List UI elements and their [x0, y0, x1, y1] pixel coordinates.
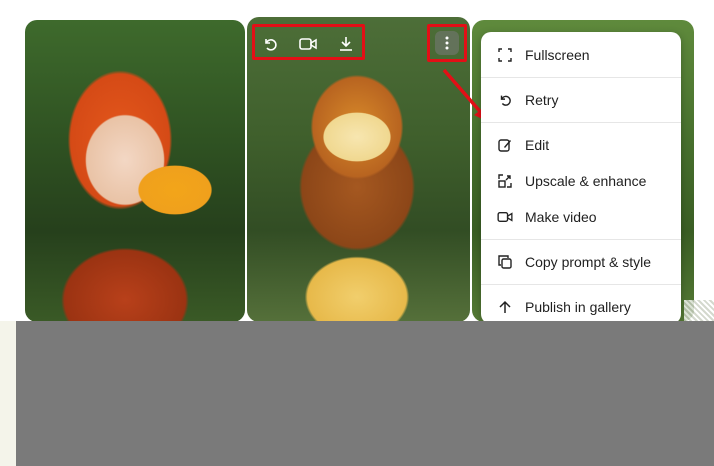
menu-item-label: Upscale & enhance	[525, 173, 647, 189]
menu-item-label: Copy prompt & style	[525, 254, 652, 270]
menu-divider	[481, 284, 681, 285]
menu-item-make-video[interactable]: Make video	[481, 199, 681, 235]
more-vertical-icon	[445, 36, 449, 50]
menu-item-label: Fullscreen	[525, 47, 590, 63]
menu-item-label: Retry	[525, 92, 559, 108]
download-icon	[340, 37, 352, 51]
fullscreen-icon	[497, 47, 513, 63]
retry-button[interactable]	[259, 33, 281, 55]
image-card-2[interactable]	[247, 17, 470, 322]
image-fragment	[684, 300, 714, 321]
download-button[interactable]	[335, 33, 357, 55]
menu-item-publish[interactable]: Publish in gallery	[481, 289, 681, 324]
menu-divider	[481, 77, 681, 78]
menu-item-edit[interactable]: Edit	[481, 127, 681, 163]
edit-icon	[497, 137, 513, 153]
undo-icon	[497, 92, 513, 108]
make-video-button[interactable]	[297, 33, 319, 55]
arrow-up-icon	[497, 299, 513, 315]
menu-divider	[481, 122, 681, 123]
menu-item-label: Edit	[525, 137, 550, 153]
upscale-icon	[497, 173, 513, 189]
more-options-button[interactable]	[435, 31, 459, 55]
menu-item-copy-prompt[interactable]: Copy prompt & style	[481, 244, 681, 280]
menu-item-retry[interactable]: Retry	[481, 82, 681, 118]
menu-item-upscale[interactable]: Upscale & enhance	[481, 163, 681, 199]
menu-item-label: Publish in gallery	[525, 299, 631, 315]
menu-divider	[481, 239, 681, 240]
overlay-edge	[0, 321, 16, 466]
undo-icon	[265, 39, 277, 51]
context-menu: Fullscreen Retry Edit Upscale & enhance …	[481, 32, 681, 324]
menu-item-fullscreen[interactable]: Fullscreen	[481, 37, 681, 73]
video-camera-icon	[299, 38, 317, 50]
menu-item-label: Make video	[525, 209, 597, 225]
video-camera-icon	[497, 209, 513, 225]
copy-icon	[497, 254, 513, 270]
image-card-1[interactable]	[25, 20, 245, 322]
gray-overlay	[16, 321, 714, 466]
